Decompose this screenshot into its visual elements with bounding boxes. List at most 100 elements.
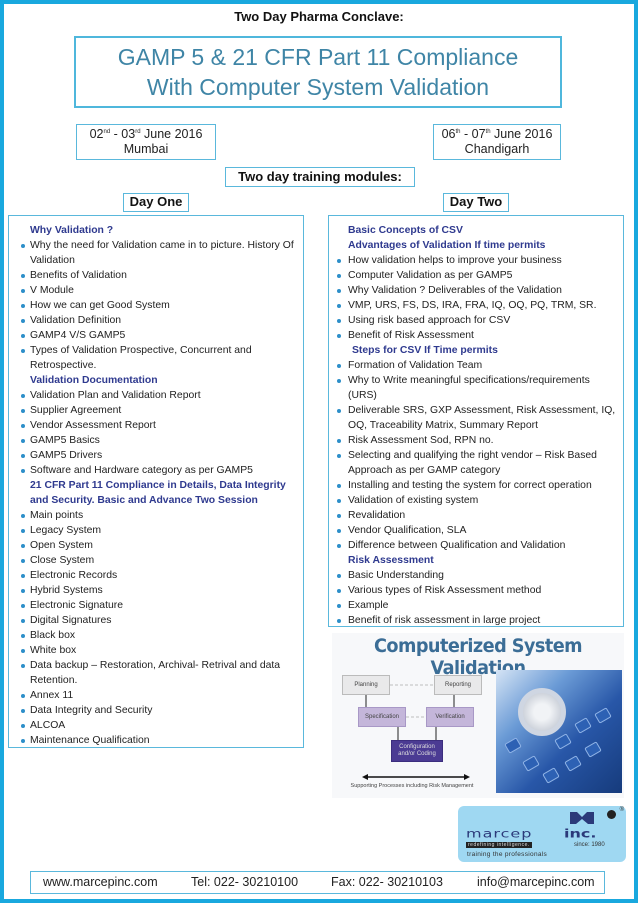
row-text: Why the need for Validation came in to p…	[30, 240, 294, 266]
row-text: Hybrid Systems	[30, 585, 103, 596]
row-text: White box	[30, 645, 77, 656]
logo-since: since: 1980	[574, 842, 605, 848]
bullet-icon	[337, 484, 341, 488]
bullet-icon	[337, 544, 341, 548]
list-item: Hybrid Systems	[9, 583, 297, 598]
footer-contact-bar: www.marcepinc.com Tel: 022- 30210100 Fax…	[30, 871, 605, 894]
row-text: Steps for CSV If Time permits	[352, 345, 498, 356]
list-item: Vendor Qualification, SLA	[329, 523, 617, 538]
bullet-icon	[21, 409, 25, 413]
bullet-icon	[337, 619, 341, 623]
section-heading: 21 CFR Part 11 Compliance in Details, Da…	[9, 478, 297, 508]
bullet-icon	[21, 529, 25, 533]
row-text: Why Validation ? Deliverables of the Val…	[348, 285, 562, 296]
logo-wordmark: marcep	[466, 826, 533, 841]
row-text: Black box	[30, 630, 76, 641]
row-text: Validation of existing system	[348, 495, 479, 506]
list-item: Why Validation ? Deliverables of the Val…	[329, 283, 617, 298]
csv-illustration: Computerized System Validation Planning …	[332, 633, 624, 798]
row-text: Open System	[30, 540, 93, 551]
bullet-icon	[21, 634, 25, 638]
list-item: Close System	[9, 553, 297, 568]
list-item: V Module	[9, 283, 297, 298]
row-text: Basic Understanding	[348, 570, 444, 581]
row-text: Advantages of Validation If time permits	[348, 240, 546, 251]
row-text: Validation Plan and Validation Report	[30, 390, 201, 401]
list-item: GAMP5 Basics	[9, 433, 297, 448]
row-text: ALCOA	[30, 720, 66, 731]
row-text: Benefit of risk assessment in large proj…	[348, 615, 541, 626]
section-heading: Basic Concepts of CSV	[329, 223, 617, 238]
list-item: Legacy System	[9, 523, 297, 538]
list-item: Black box	[9, 628, 297, 643]
bullet-icon	[21, 274, 25, 278]
row-text: Types of Validation Prospective, Concurr…	[30, 345, 252, 371]
location-city: Chandigarh	[464, 142, 530, 156]
row-text: Maintenance Qualification	[30, 735, 150, 746]
bullet-icon	[21, 544, 25, 548]
bullet-icon	[21, 349, 25, 353]
list-item: Validation of existing system	[329, 493, 617, 508]
row-text: Formation of Validation Team	[348, 360, 483, 371]
list-item: Difference between Qualification and Val…	[329, 538, 617, 553]
title-box: GAMP 5 & 21 CFR Part 11 Compliance With …	[74, 36, 562, 108]
row-text: Using risk based approach for CSV	[348, 315, 511, 326]
footer-fax: Fax: 022- 30210103	[331, 875, 443, 889]
row-text: 21 CFR Part 11 Compliance in Details, Da…	[30, 480, 286, 506]
location-mumbai: 02nd - 03rd June 2016 Mumbai	[76, 124, 216, 160]
bullet-icon	[337, 409, 341, 413]
row-text: GAMP5 Drivers	[30, 450, 103, 461]
footer-website-link[interactable]: www.marcepinc.com	[43, 872, 158, 892]
list-item: Validation Definition	[9, 313, 297, 328]
bullet-icon	[337, 574, 341, 578]
bullet-icon	[337, 379, 341, 383]
row-text: Close System	[30, 555, 95, 566]
day-two-label: Day Two	[443, 193, 509, 212]
bullet-icon	[337, 319, 341, 323]
list-item: How we can get Good System	[9, 298, 297, 313]
bullet-icon	[21, 649, 25, 653]
list-item: Revalidation	[329, 508, 617, 523]
row-text: VMP, URS, FS, DS, IRA, FRA, IQ, OQ, PQ, …	[348, 300, 597, 311]
bullet-icon	[21, 289, 25, 293]
list-item: Benefit of risk assessment in large proj…	[329, 613, 617, 628]
bullet-icon	[21, 244, 25, 248]
list-item: Selecting and qualifying the right vendo…	[329, 448, 617, 478]
conclave-label: Two Day Pharma Conclave:	[234, 9, 404, 24]
row-text: Difference between Qualification and Val…	[348, 540, 566, 551]
row-text: Electronic Signature	[30, 600, 123, 611]
logo-training: training the professionals	[467, 851, 548, 858]
location-dates: 06th - 07th June 2016	[441, 127, 553, 141]
bullet-icon	[337, 499, 341, 503]
list-item: Types of Validation Prospective, Concurr…	[9, 343, 297, 373]
row-text: Risk Assessment Sod, RPN no.	[348, 435, 494, 446]
row-text: Validation Definition	[30, 315, 122, 326]
logo-tagline: redefining intelligence.	[466, 842, 532, 848]
list-item: Computer Validation as per GAMP5	[329, 268, 617, 283]
row-text: Data backup – Restoration, Archival- Ret…	[30, 660, 281, 686]
footer-email-link[interactable]: info@marcepinc.com	[477, 872, 595, 892]
list-item: Main points	[9, 508, 297, 523]
bullet-icon	[21, 319, 25, 323]
row-text: How validation helps to improve your bus…	[348, 255, 562, 266]
list-item: Why to Write meaningful specifications/r…	[329, 373, 617, 403]
bullet-icon	[21, 724, 25, 728]
row-text: Main points	[30, 510, 84, 521]
list-item: Benefits of Validation	[9, 268, 297, 283]
bullet-icon	[21, 394, 25, 398]
row-text: Legacy System	[30, 525, 102, 536]
row-text: Computer Validation as per GAMP5	[348, 270, 513, 281]
list-item: Using risk based approach for CSV	[329, 313, 617, 328]
list-item: ALCOA	[9, 718, 297, 733]
row-text: Benefit of Risk Assessment	[348, 330, 474, 341]
bullet-icon	[21, 664, 25, 668]
list-item: Validation Plan and Validation Report	[9, 388, 297, 403]
bullet-icon	[21, 424, 25, 428]
bullet-icon	[21, 514, 25, 518]
registered-mark: ®	[619, 807, 624, 813]
list-item: Formation of Validation Team	[329, 358, 617, 373]
list-item: Risk Assessment Sod, RPN no.	[329, 433, 617, 448]
row-text: Why to Write meaningful specifications/r…	[348, 375, 590, 401]
list-item: Why the need for Validation came in to p…	[9, 238, 297, 268]
list-item: Digital Signatures	[9, 613, 297, 628]
